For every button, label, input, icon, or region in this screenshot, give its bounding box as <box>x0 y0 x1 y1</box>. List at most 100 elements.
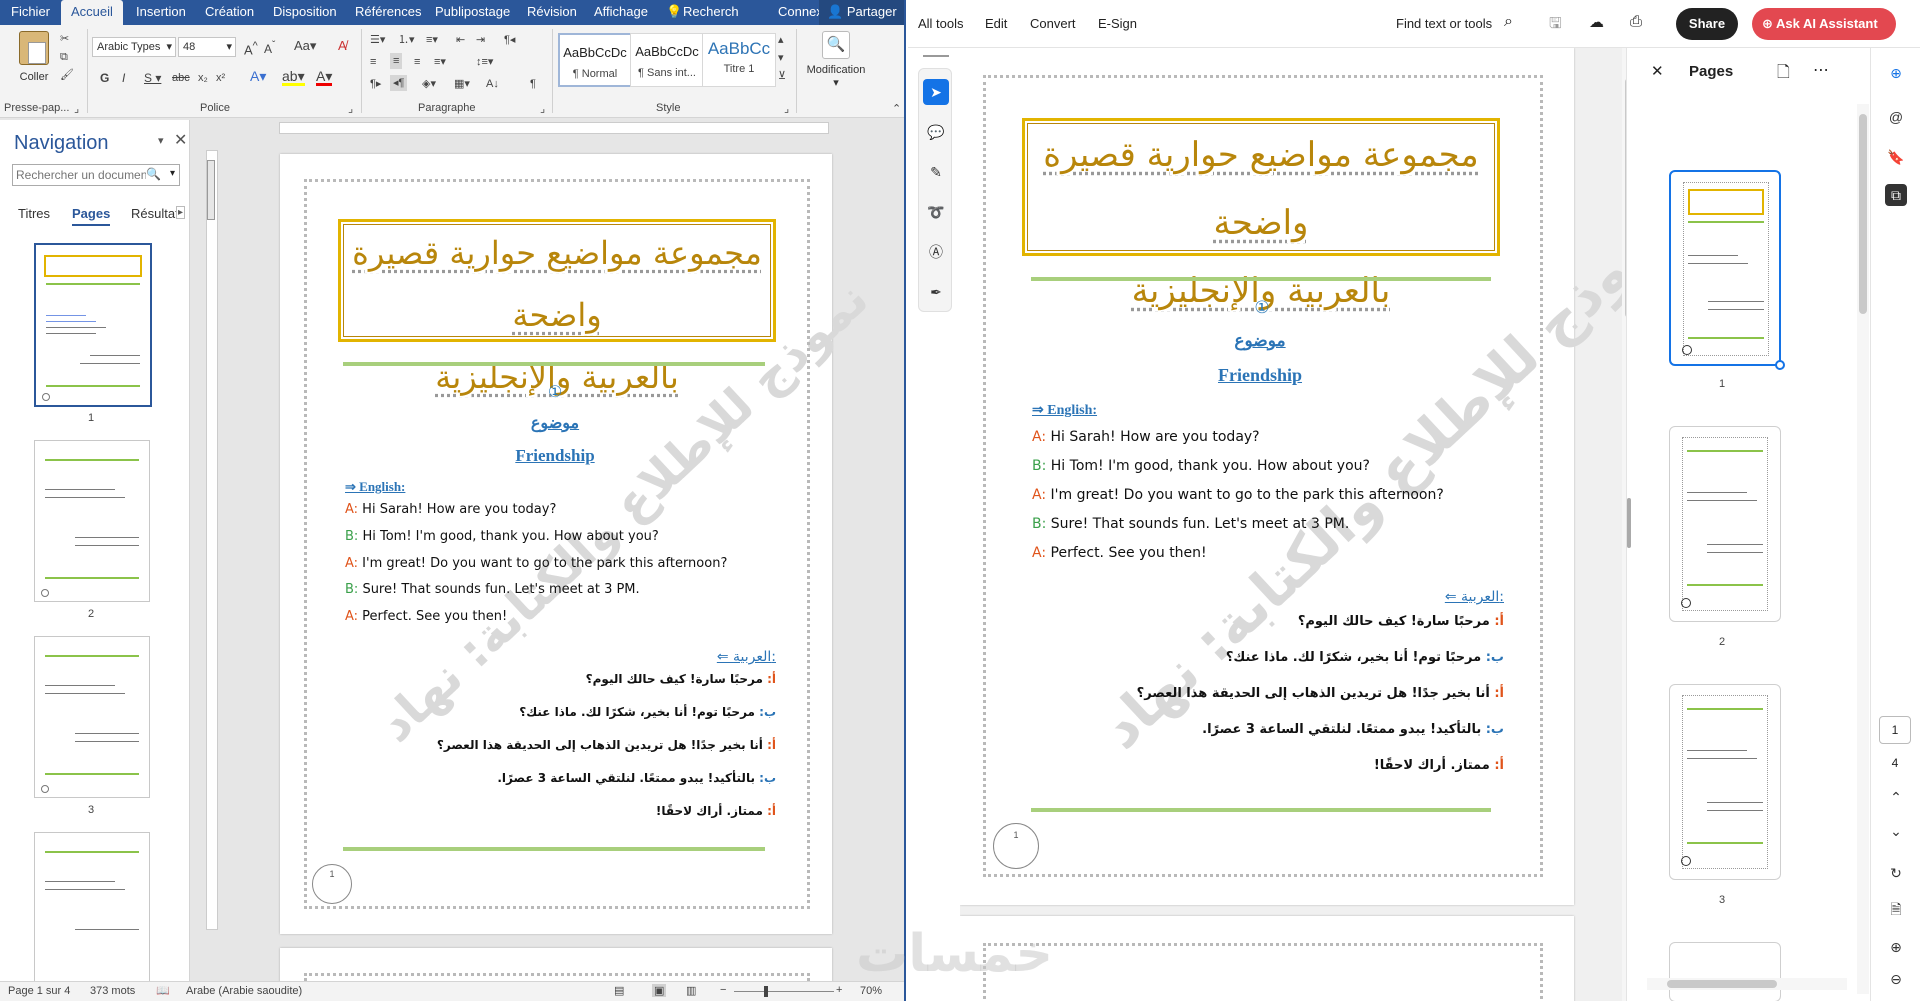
vertical-scroll-thumb[interactable] <box>207 160 215 220</box>
bullets-icon[interactable]: ☰▾ <box>370 33 385 47</box>
tab-insertion[interactable]: Insertion <box>136 4 186 19</box>
dialog-launcher-icon[interactable]: ⌟ <box>784 102 789 116</box>
dialog-launcher-icon[interactable]: ⌟ <box>540 102 545 116</box>
proofing-icon[interactable]: 📖 <box>156 984 170 997</box>
ask-ai-assistant-button[interactable]: ⊕ Ask AI Assistant <box>1752 8 1896 40</box>
print-layout-icon[interactable]: ▣ <box>652 984 667 997</box>
clear-format-icon[interactable]: A̸ <box>338 39 347 53</box>
nav-tab-resultats[interactable]: Résultat <box>131 206 177 221</box>
font-size-select[interactable]: 48 ▾ <box>178 37 236 57</box>
style-heading-1[interactable]: AaBbCc Titre 1 <box>702 33 776 87</box>
align-right-icon[interactable]: ≡ <box>414 55 420 69</box>
panel-resize-handle[interactable] <box>1627 498 1631 548</box>
tab-accueil[interactable]: Accueil <box>61 0 123 25</box>
document-title[interactable]: مجموعة مواضيع حوارية قصيرة واضحة بالعربي… <box>1022 118 1500 311</box>
save-icon[interactable]: 🖫 <box>1549 13 1562 38</box>
pages-icon[interactable]: ⧉ <box>1885 184 1907 206</box>
panel-scrollbar[interactable] <box>1857 104 1869 994</box>
search-icon[interactable]: 🔍 <box>146 167 161 181</box>
line-spacing-icon[interactable]: ↕≡▾ <box>476 55 493 69</box>
insert-page-icon[interactable]: 🗋 <box>1777 61 1790 88</box>
pages-panel-thumbnail-2[interactable] <box>1669 426 1781 622</box>
vertical-ruler[interactable] <box>206 150 218 930</box>
pages-panel-thumbnail-3[interactable] <box>1669 684 1781 880</box>
read-mode-icon[interactable]: ▤ <box>614 984 624 997</box>
menu-all-tools[interactable]: All tools <box>918 16 964 31</box>
numbering-icon[interactable]: ⒈▾ <box>398 33 415 47</box>
nav-tab-titres[interactable]: Titres <box>18 206 50 221</box>
show-marks-icon[interactable]: ¶ <box>530 77 536 91</box>
menu-edit[interactable]: Edit <box>985 16 1007 31</box>
menu-e-sign[interactable]: E-Sign <box>1098 16 1137 31</box>
print-icon[interactable]: ⎙ <box>1630 13 1642 30</box>
scroll-up-icon[interactable]: ▴ <box>778 33 784 47</box>
font-name-select[interactable]: Arabic Types ▾ <box>92 37 176 57</box>
more-options-icon[interactable]: ⋯ <box>1813 60 1829 80</box>
paste-button[interactable]: Coller <box>14 31 54 91</box>
tab-creation[interactable]: Création <box>205 4 254 19</box>
shrink-font-icon[interactable]: Aˇ <box>264 39 275 56</box>
page-thumbnail-2[interactable] <box>34 440 150 602</box>
shading-icon[interactable]: ◈▾ <box>422 77 436 91</box>
increase-indent-icon[interactable]: ⇥ <box>476 33 485 47</box>
highlight-icon[interactable]: ab▾ <box>282 69 305 86</box>
horizontal-ruler[interactable] <box>279 122 829 134</box>
ai-assistant-icon[interactable]: ⊕ <box>1885 62 1907 84</box>
tab-recherch[interactable]: Recherch <box>683 4 739 19</box>
search-input[interactable] <box>16 166 146 184</box>
text-effects-icon[interactable]: A▾ <box>250 69 266 83</box>
tab-affichage[interactable]: Affichage <box>594 4 648 19</box>
word-document-page[interactable]: نموذج للإطلاع والكتابة: نهاد مجموعة مواض… <box>280 154 879 934</box>
collapse-ribbon-icon[interactable]: ⌃ <box>892 102 901 116</box>
zoom-level[interactable]: 70% <box>860 985 882 997</box>
style-no-spacing[interactable]: AaBbCcDc ¶ Sans int... <box>630 33 704 87</box>
zoom-in-icon[interactable]: ⊕ <box>1885 936 1907 958</box>
pdf-page-1[interactable]: نموذج للإطلاع والكتابة: نهاد مجموعة مواض… <box>960 48 1640 905</box>
comment-icon[interactable]: 💬 <box>923 119 949 145</box>
bookmark-icon[interactable]: 🔖 <box>1885 146 1907 168</box>
subscript-icon[interactable]: x₂ <box>198 71 208 85</box>
search-field[interactable]: 🔍 ▾ <box>12 164 180 186</box>
select-cursor-icon[interactable]: ➤ <box>923 79 949 105</box>
chevron-right-icon[interactable]: ▸ <box>176 206 186 219</box>
document-title[interactable]: مجموعة مواضيع حوارية قصيرة واضحة بالعربي… <box>338 219 776 396</box>
zoom-slider[interactable] <box>734 991 834 992</box>
pages-panel-thumbnail-1[interactable] <box>1669 170 1785 370</box>
font-color-icon[interactable]: A▾ <box>316 69 333 86</box>
page-number-input[interactable]: 1 <box>1879 716 1911 744</box>
tab-references[interactable]: Références <box>355 4 421 19</box>
highlight-pen-icon[interactable]: ✎ <box>923 159 949 185</box>
ltr-icon[interactable]: ¶▸ <box>370 77 381 91</box>
search-icon[interactable]: ⌕ <box>1504 13 1513 31</box>
scroll-thumb[interactable] <box>1667 980 1777 988</box>
borders-icon[interactable]: ▦▾ <box>454 77 470 91</box>
bold-icon[interactable]: G <box>100 71 109 85</box>
rtl-icon[interactable]: ¶◂ <box>504 33 515 47</box>
page-thumbnail-1[interactable] <box>34 243 152 407</box>
resize-handle[interactable] <box>1775 360 1785 370</box>
underline-icon[interactable]: S ▾ <box>144 71 161 85</box>
editing-button[interactable]: 🔍 Modification ▾ <box>804 31 868 89</box>
chevron-up-icon[interactable]: ⌃ <box>1885 786 1907 808</box>
tab-fichier[interactable]: Fichier <box>11 4 50 19</box>
rotate-icon[interactable]: ↻ <box>1885 862 1907 884</box>
chevron-down-icon[interactable]: ▾ <box>170 168 175 179</box>
drag-handle[interactable] <box>923 55 949 57</box>
sign-icon[interactable]: ✒ <box>923 279 949 305</box>
style-normal[interactable]: AaBbCcDc ¶ Normal <box>558 33 632 87</box>
zoom-out-icon[interactable]: − <box>720 984 726 996</box>
tab-publipostage[interactable]: Publipostage <box>435 4 510 19</box>
decrease-indent-icon[interactable]: ⇤ <box>456 33 465 47</box>
share-button[interactable]: 👤 Partager <box>819 0 904 25</box>
close-icon[interactable]: ✕ <box>1651 62 1664 80</box>
format-painter-icon[interactable]: 🖌 <box>60 68 74 82</box>
italic-icon[interactable]: I <box>122 71 125 85</box>
copy-icon[interactable]: ⧉ <box>60 50 68 64</box>
sort-icon[interactable]: A↓ <box>486 77 499 91</box>
share-button[interactable]: Share <box>1676 8 1738 40</box>
dialog-launcher-icon[interactable]: ⌟ <box>348 102 353 116</box>
nav-options-icon[interactable]: ▾ <box>158 134 164 147</box>
cut-icon[interactable]: ✂ <box>60 32 69 46</box>
find-text-or-tools[interactable]: Find text or tools <box>1396 16 1492 31</box>
dialog-launcher-icon[interactable]: ⌟ <box>74 102 79 116</box>
